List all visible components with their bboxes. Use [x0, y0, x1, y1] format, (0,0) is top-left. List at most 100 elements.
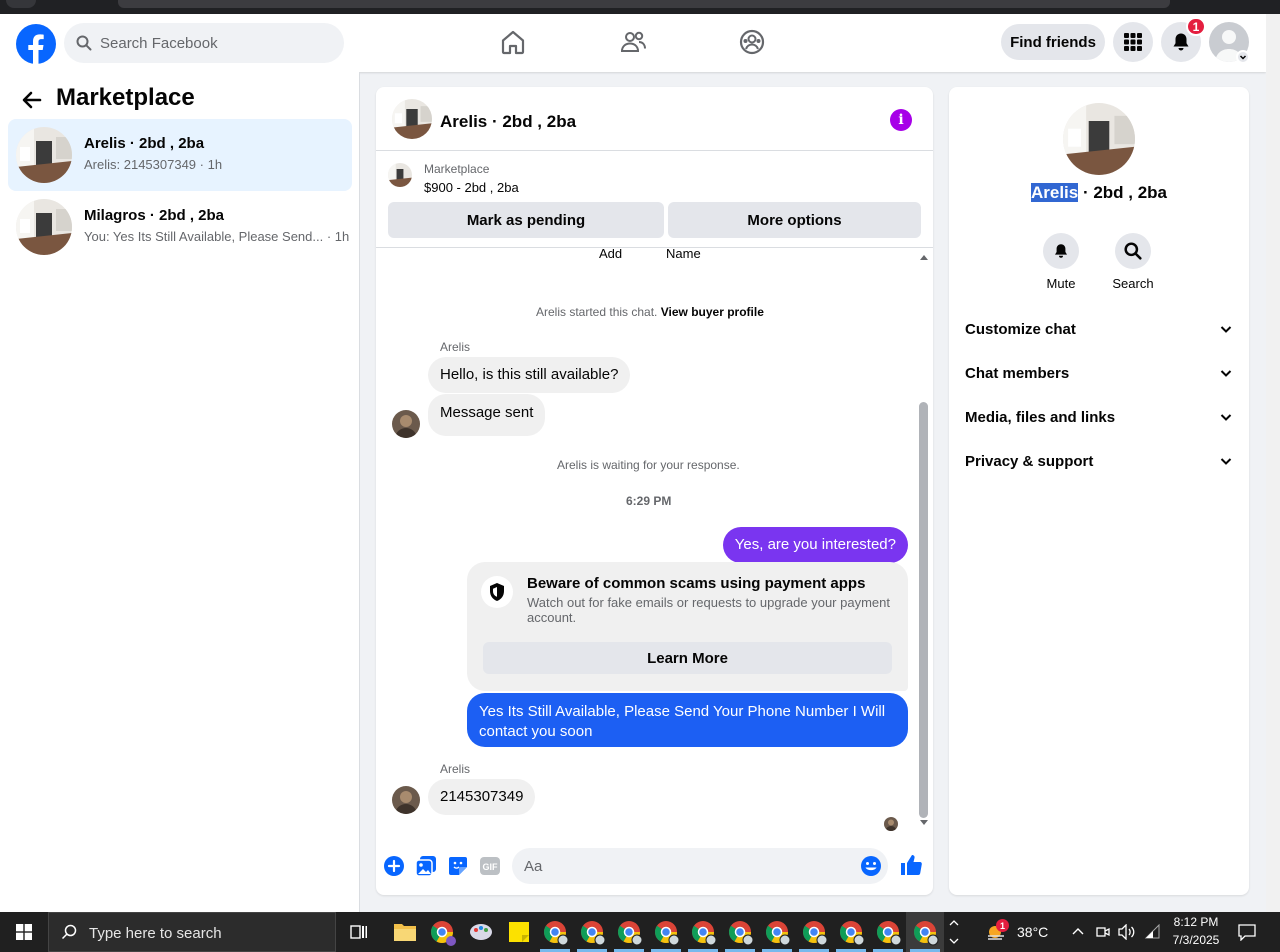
chevron-down-icon: [1220, 370, 1232, 377]
taskbar-search[interactable]: Type here to search: [48, 912, 336, 952]
sender-avatar[interactable]: [392, 410, 420, 438]
sticker-icon[interactable]: [447, 855, 469, 877]
message-input[interactable]: [512, 848, 888, 884]
chrome-window-icon[interactable]: [617, 920, 643, 946]
plus-circle-icon[interactable]: [383, 855, 405, 877]
home-icon[interactable]: [499, 28, 527, 56]
taskbar-scroll-arrows[interactable]: [948, 916, 960, 948]
chevron-up-icon[interactable]: [1072, 926, 1084, 936]
account-chevron-icon[interactable]: [1236, 50, 1250, 64]
chrome-window-icon[interactable]: [839, 920, 865, 946]
listing-thumbnail[interactable]: [388, 163, 412, 187]
groups-icon[interactable]: [738, 28, 766, 56]
section-media-files-links[interactable]: Media, files and links: [965, 395, 1233, 439]
wifi-icon[interactable]: [1144, 924, 1162, 940]
page-title: Marketplace: [56, 84, 195, 111]
chevron-down-icon: [1220, 458, 1232, 465]
conversation-item-arelis[interactable]: Arelis · 2bd , 2ba Arelis: 2145307349 · …: [8, 119, 352, 191]
clock-time[interactable]: 8:12 PM: [1168, 915, 1224, 929]
chevron-down-icon: [1220, 414, 1232, 421]
chrome-window-icon[interactable]: [654, 920, 680, 946]
chrome-window-icon[interactable]: [691, 920, 717, 946]
section-privacy-support[interactable]: Privacy & support: [965, 439, 1233, 483]
search-label: Search: [1112, 276, 1154, 291]
message-scrollbar-thumb[interactable]: [919, 402, 928, 818]
meet-now-icon[interactable]: [1096, 924, 1110, 940]
task-view-icon[interactable]: [350, 923, 368, 941]
chevron-down-icon: [1220, 326, 1232, 333]
paint-app-icon[interactable]: [469, 920, 493, 944]
section-customize-chat[interactable]: Customize chat: [965, 307, 1233, 351]
details-avatar[interactable]: [1063, 103, 1135, 175]
chrome-window-icon[interactable]: [728, 920, 754, 946]
mute-action[interactable]: Mute: [1031, 233, 1091, 291]
clock-date[interactable]: 7/3/2025: [1168, 933, 1224, 947]
sticky-notes-icon[interactable]: [507, 920, 531, 944]
conversation-name: Milagros · 2bd , 2ba: [84, 207, 225, 224]
incoming-message[interactable]: Hello, is this still available?: [428, 357, 631, 393]
top-navigation: Find friends 1: [0, 14, 1266, 72]
volume-icon[interactable]: [1118, 924, 1136, 940]
view-buyer-profile-link[interactable]: View buyer profile: [661, 305, 764, 319]
notifications-center-icon[interactable]: [1238, 923, 1256, 941]
outgoing-message[interactable]: Yes Its Still Available, Please Send You…: [467, 693, 908, 747]
notification-badge: 1: [1186, 17, 1206, 36]
windows-start-icon[interactable]: [16, 924, 32, 940]
section-label: Privacy & support: [965, 452, 1094, 470]
back-arrow-icon[interactable]: [20, 88, 44, 112]
file-explorer-icon[interactable]: [393, 921, 417, 943]
facebook-logo-icon[interactable]: [16, 24, 56, 64]
browser-address-bar[interactable]: [118, 0, 1170, 8]
friends-icon[interactable]: [619, 28, 647, 56]
menu-button[interactable]: [1113, 22, 1153, 62]
chrome-window-icon[interactable]: [543, 920, 569, 946]
marketplace-inbox-panel: Marketplace Arelis · 2bd , 2ba Arelis: 2…: [0, 72, 360, 912]
chrome-window-icon[interactable]: [765, 920, 791, 946]
conversation-snippet: You: Yes Its Still Available, Please Sen…: [84, 229, 350, 244]
message-composer: GIF: [376, 831, 933, 895]
outgoing-message[interactable]: Yes, are you interested?: [722, 527, 908, 563]
weather-badge: 1: [996, 919, 1009, 932]
chat-avatar[interactable]: [392, 99, 432, 139]
listing-price[interactable]: $900 - 2bd , 2ba: [424, 180, 519, 195]
incoming-message[interactable]: Message sent: [428, 394, 546, 436]
search-icon: [76, 35, 92, 51]
bell-icon: [1055, 244, 1067, 258]
chat-title[interactable]: Arelis · 2bd , 2ba: [440, 112, 576, 132]
search-input[interactable]: [100, 23, 330, 63]
chat-panel: Arelis · 2bd , 2ba i Marketplace $900 - …: [376, 87, 933, 895]
details-name-rest: · 2bd , 2ba: [1078, 183, 1168, 202]
chrome-profile-icon[interactable]: [430, 920, 456, 946]
chrome-window-icon[interactable]: [876, 920, 902, 946]
chat-header: Arelis · 2bd , 2ba i: [376, 87, 933, 151]
temperature[interactable]: 38°C: [1017, 924, 1048, 940]
sender-avatar[interactable]: [392, 786, 420, 814]
page-scrollbar[interactable]: [1266, 14, 1280, 912]
chat-details-panel: Arelis · 2bd , 2ba Mute Search Customize…: [949, 87, 1249, 895]
search-icon: [1124, 242, 1142, 260]
waiting-notice: Arelis is waiting for your response.: [557, 458, 740, 472]
gif-icon[interactable]: GIF: [479, 855, 501, 877]
scam-warning-body: Watch out for fake emails or requests to…: [527, 595, 890, 625]
thumbs-up-icon[interactable]: [899, 853, 923, 877]
more-options-button[interactable]: More options: [668, 202, 921, 238]
incoming-message[interactable]: 2145307349: [428, 779, 536, 815]
emoji-icon[interactable]: [860, 855, 882, 877]
read-receipt-avatar: [884, 817, 898, 831]
chrome-window-icon[interactable]: [580, 920, 606, 946]
selected-name-text[interactable]: Arelis: [1030, 183, 1079, 202]
find-friends-button[interactable]: Find friends: [1001, 24, 1105, 60]
learn-more-button[interactable]: Learn More: [483, 642, 892, 674]
info-icon[interactable]: i: [890, 109, 912, 131]
conversation-snippet: Arelis: 2145307349 · 1h: [84, 157, 223, 172]
cut-off-label: Add: [599, 249, 623, 261]
chrome-window-icon[interactable]: [913, 920, 939, 946]
windows-taskbar: Type here to search 1 38°C 8:12 PM 7/3/2…: [0, 912, 1280, 952]
mark-as-pending-button[interactable]: Mark as pending: [388, 202, 664, 238]
search-box[interactable]: [64, 23, 344, 63]
conversation-item-milagros[interactable]: Milagros · 2bd , 2ba You: Yes Its Still …: [8, 191, 352, 263]
section-chat-members[interactable]: Chat members: [965, 351, 1233, 395]
chrome-window-icon[interactable]: [802, 920, 828, 946]
search-action[interactable]: Search: [1103, 233, 1163, 291]
image-icon[interactable]: [415, 855, 437, 877]
